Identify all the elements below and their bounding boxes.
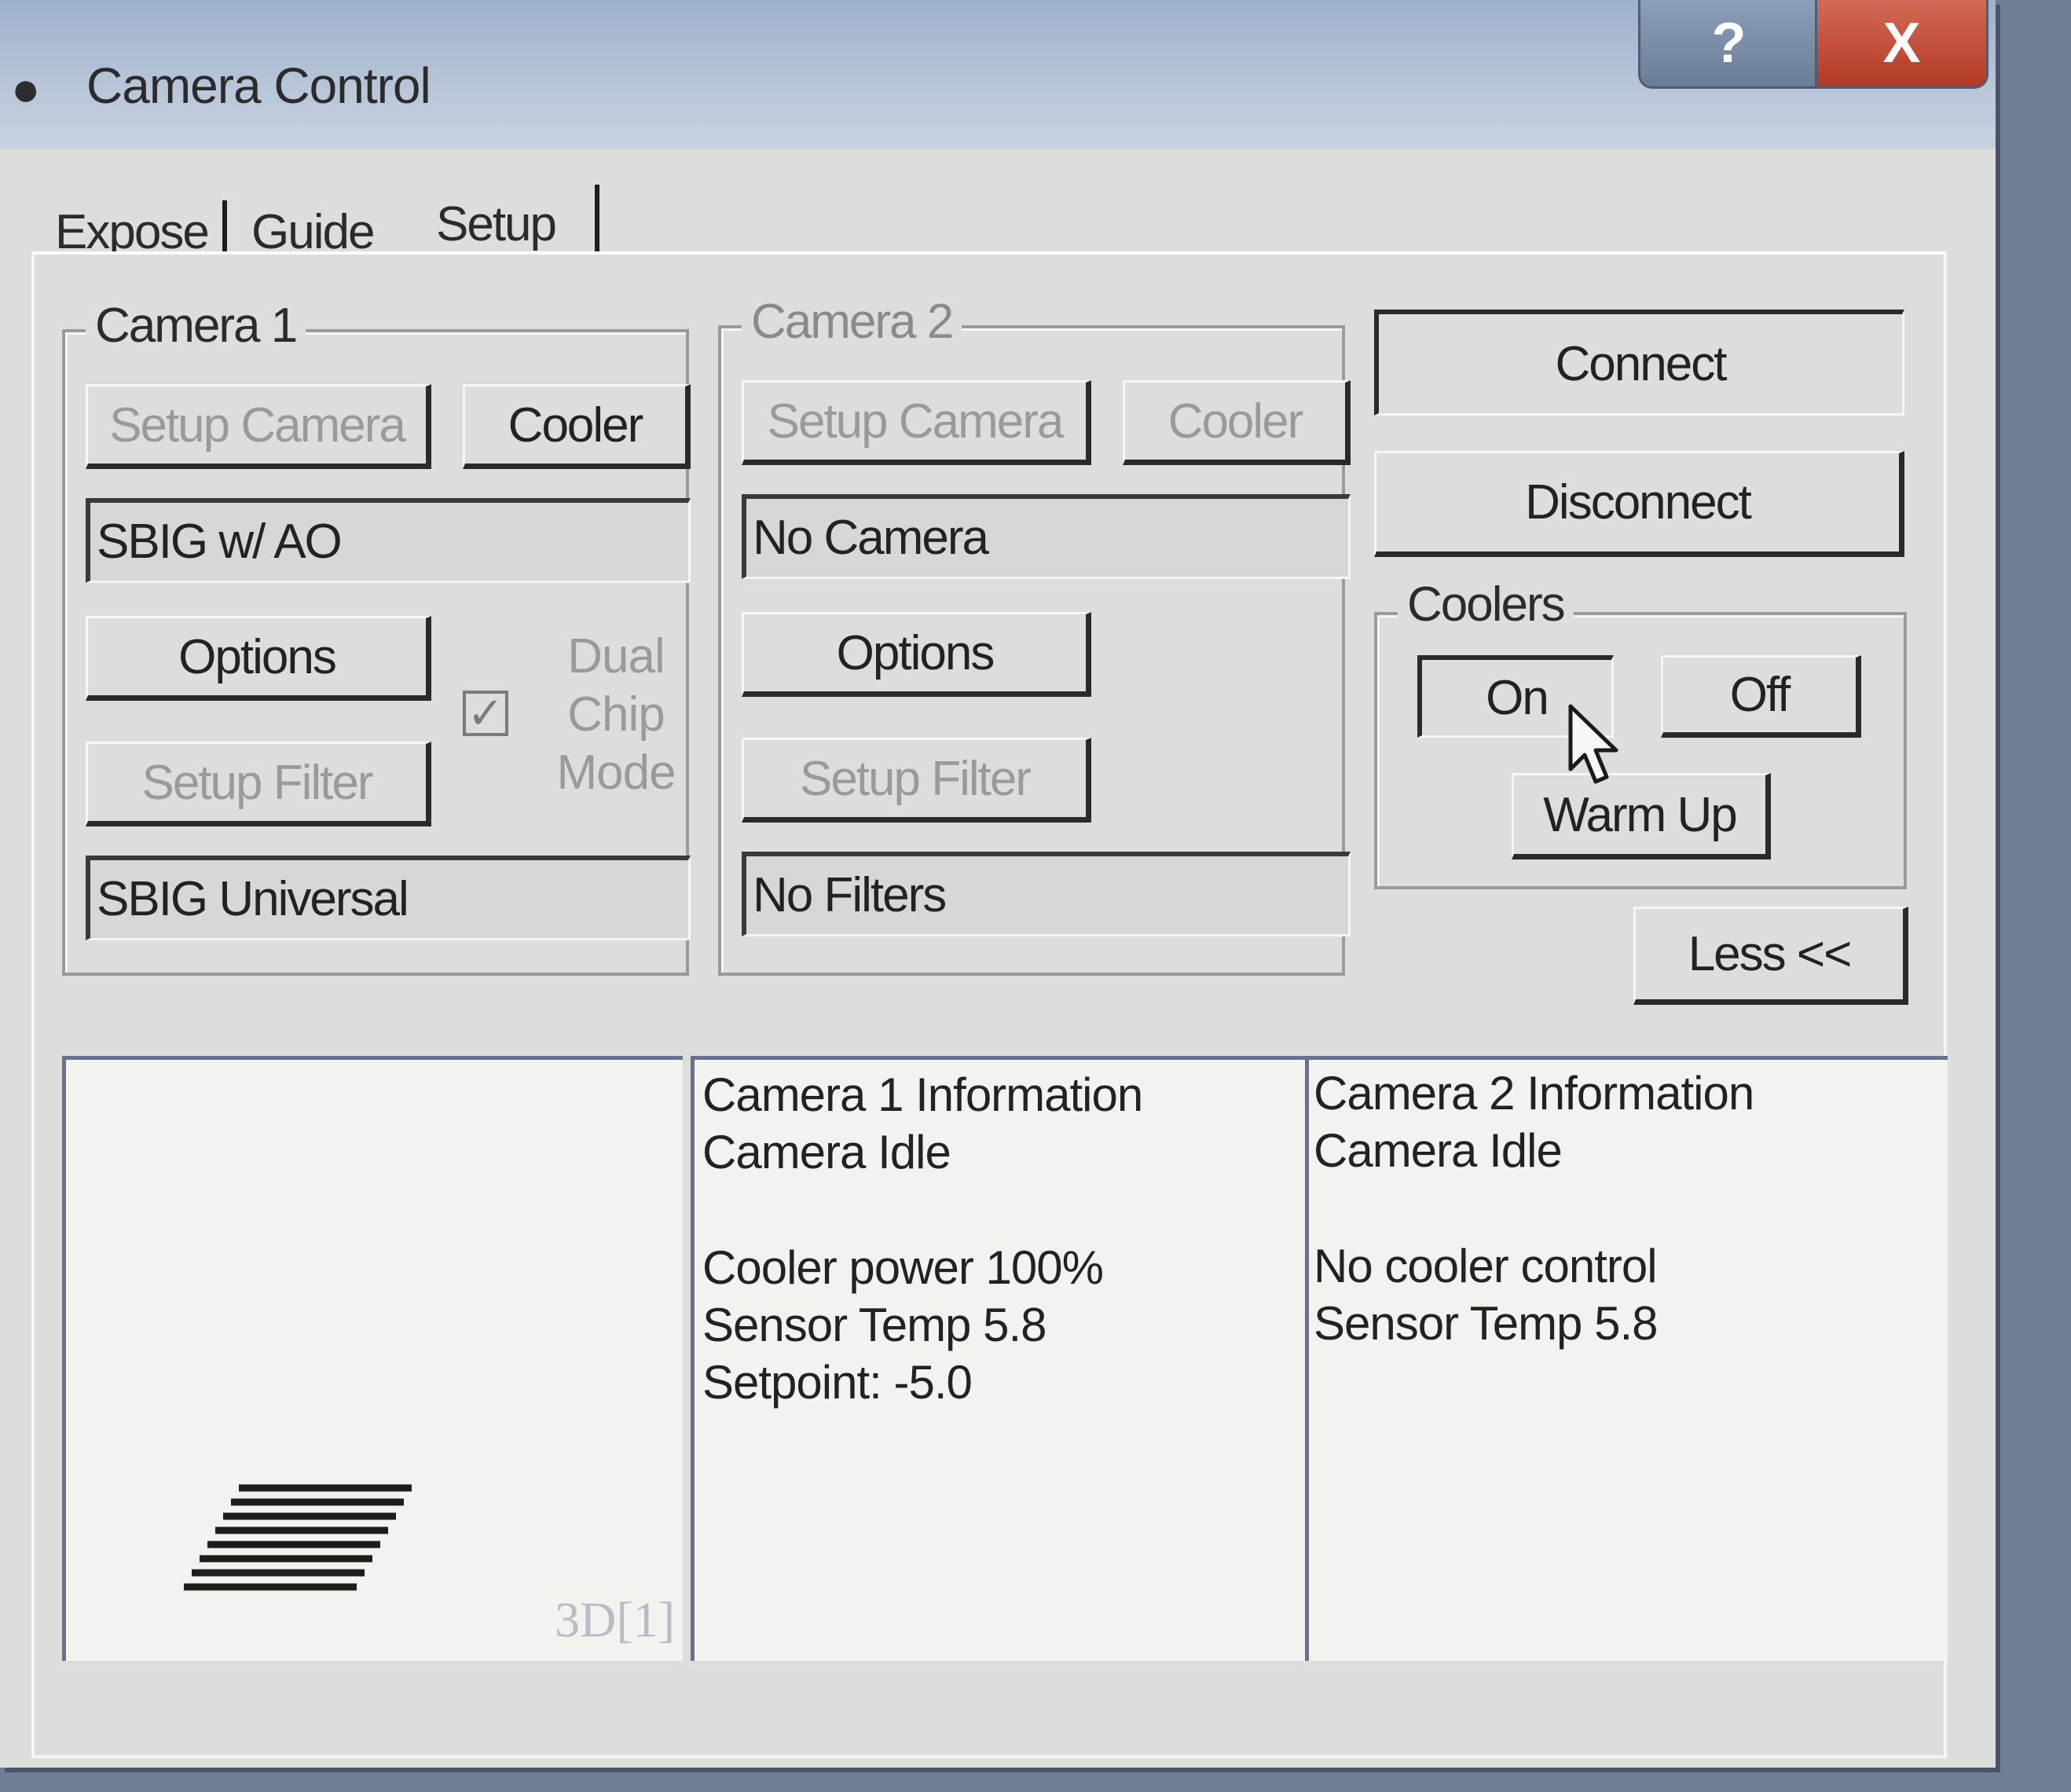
app-icon: ● [11,62,41,116]
info-divider [1305,1056,1309,1661]
camera2-setup-camera-button[interactable]: Setup Camera [742,380,1091,465]
camera1-setup-filter-button[interactable]: Setup Filter [86,742,431,826]
tab-setup[interactable]: Setup [436,196,557,252]
camera1-options-button[interactable]: Options [86,616,431,701]
camera1-filter-field[interactable]: SBIG Universal [86,856,691,940]
camera2-group-label: Camera 2 [742,294,962,350]
camera1-info-status: Camera Idle [702,1126,951,1178]
camera2-filter-field[interactable]: No Filters [742,852,1351,936]
camera1-sensor-temp: Sensor Temp 5.8 [702,1299,1046,1351]
setup-tab-panel: Camera 1 Setup Camera Cooler SBIG w/ AO … [31,251,1948,1758]
camera1-setup-camera-button[interactable]: Setup Camera [86,384,431,469]
camera-3d-icon [184,1484,412,1591]
title-bar[interactable]: ● Camera Control ? X [0,0,1996,149]
warm-up-button[interactable]: Warm Up [1512,773,1771,859]
camera2-options-button[interactable]: Options [742,612,1091,697]
help-icon: ? [1711,12,1747,75]
close-icon: X [1882,12,1921,75]
less-button[interactable]: Less << [1633,907,1908,1005]
preview-pane: 3D[1] [62,1056,683,1661]
camera1-cooler-power: Cooler power 100% [702,1241,1104,1294]
camera2-cooler-button[interactable]: Cooler [1123,380,1351,465]
dual-chip-mode-checkbox[interactable]: ✓ [463,691,508,736]
camera1-cooler-button[interactable]: Cooler [463,384,691,469]
coolers-off-button[interactable]: Off [1661,655,1861,738]
camera2-sensor-temp: Sensor Temp 5.8 [1314,1297,1658,1350]
camera1-group-label: Camera 1 [86,298,306,354]
coolers-group-label: Coolers [1398,577,1574,632]
window-title: Camera Control [86,57,431,114]
camera2-info-heading: Camera 2 Information [1314,1067,1754,1120]
camera2-setup-filter-button[interactable]: Setup Filter [742,738,1091,823]
camera1-setpoint: Setpoint: -5.0 [702,1356,973,1409]
camera1-camera-field[interactable]: SBIG w/ AO [86,498,691,583]
camera-control-window: ● Camera Control ? X Expose Guide Setup … [0,0,1996,1768]
help-button[interactable]: ? [1638,0,1820,89]
close-button[interactable]: X [1815,0,1989,89]
client-area: Expose Guide Setup Camera 1 Setup Camera… [0,149,1996,1768]
camera2-info-status: Camera Idle [1314,1124,1563,1177]
camera1-info-heading: Camera 1 Information [702,1068,1143,1121]
camera2-camera-field[interactable]: No Camera [742,494,1351,579]
camera2-cooler-status: No cooler control [1314,1240,1658,1292]
connect-button[interactable]: Connect [1374,310,1904,416]
dual-chip-mode-label: Dual Chip Mode [556,629,676,800]
mouse-cursor-icon [1568,704,1618,784]
preview-caption: 3D[1] [555,1592,675,1647]
disconnect-button[interactable]: Disconnect [1374,451,1904,557]
